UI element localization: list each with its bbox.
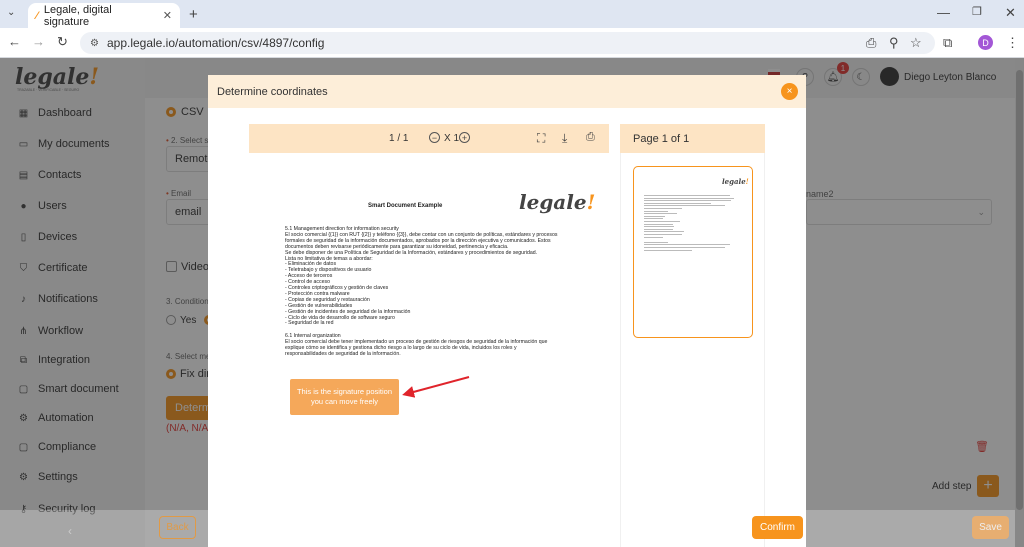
thumbnail-text-line [644,231,684,233]
thumbnail-text-line [644,249,692,251]
annotation-arrows [402,376,755,518]
thumbnail-text-line [644,223,673,225]
thumbnail-logo: legale! [722,177,749,186]
thumbnail-header: Page 1 of 1 [620,124,765,153]
thumbnail-text-line [644,213,678,215]
page-thumbnail[interactable]: legale! [633,166,753,338]
thumbnail-text-line [644,241,668,243]
thumbnail-text-line [644,236,663,238]
thumbnail-text-line [644,228,673,230]
thumbnail-text-line [644,234,682,235]
confirm-button[interactable]: Confirm [752,516,803,539]
thumbnail-text-line [644,205,725,207]
thumbnail-text-line [644,208,682,209]
thumbnail-text-line [644,215,665,217]
thumbnail-text-line [644,210,668,212]
thumbnail-text-line [644,197,735,199]
thumbnail-text-line [644,195,730,196]
thumbnail-text-line [644,226,675,228]
thumbnail-text-line [644,202,711,204]
thumbnail-text-line [644,221,681,222]
thumbnail-text-line [644,200,732,202]
thumbnail-text-line [644,244,730,246]
thumbnail-text-line [644,218,663,220]
arrow-to-signature [402,376,470,398]
thumbnail-text-line [644,247,725,248]
